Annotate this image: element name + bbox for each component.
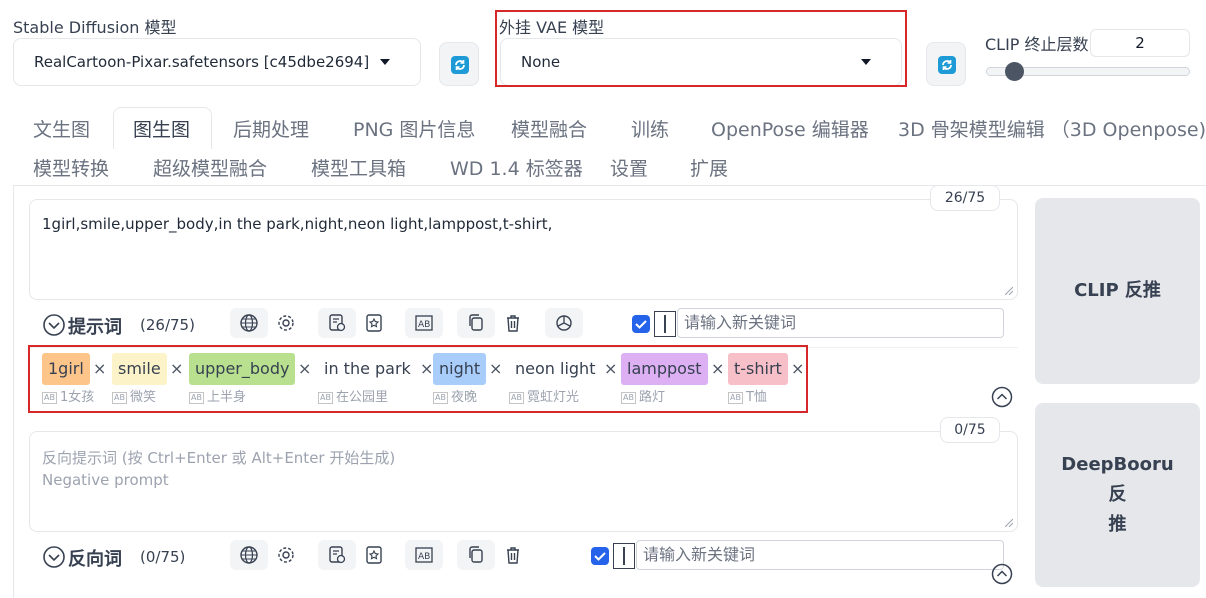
model-value: RealCartoon-Pixar.safetensors [c45dbe269…	[34, 53, 370, 71]
model-dropdown[interactable]: RealCartoon-Pixar.safetensors [c45dbe269…	[13, 38, 421, 86]
tab-model-toolkit[interactable]: 模型工具箱	[311, 154, 406, 181]
favorites-button[interactable]	[355, 308, 393, 338]
negative-section-count: (0/75)	[140, 548, 186, 566]
bookmark-star-icon	[366, 314, 382, 332]
settings-button[interactable]	[267, 540, 305, 570]
trash-icon	[507, 547, 519, 564]
negative-placeholder-line1: 反向提示词 (按 Ctrl+Enter 或 Alt+Enter 开始生成)	[42, 449, 396, 467]
translate-button[interactable]	[230, 308, 268, 338]
history-list-icon	[329, 314, 346, 332]
refresh-vae-button[interactable]	[926, 42, 966, 86]
negative-section-label: 反向词	[68, 549, 122, 570]
text-cursor-icon	[613, 543, 635, 569]
bookmark-star-icon	[366, 546, 382, 564]
history-button[interactable]	[318, 308, 356, 338]
tab-openpose-editor[interactable]: OpenPose 编辑器	[711, 115, 869, 142]
tab-3d-openpose[interactable]: 3D 骨架模型编辑 （3D Openpose)	[898, 115, 1206, 142]
show-translation-button[interactable]: AB	[405, 308, 443, 338]
tab-settings[interactable]: 设置	[610, 154, 648, 181]
tab-train[interactable]: 训练	[631, 115, 669, 142]
check-icon	[635, 320, 647, 329]
prompt-section-label: 提示词	[68, 317, 122, 338]
settings-button[interactable]	[267, 308, 305, 338]
clip-interrogate-label: CLIP 反推	[1074, 280, 1161, 301]
collapse-chevron-icon[interactable]	[42, 545, 66, 569]
collapse-up-icon[interactable]	[991, 563, 1013, 585]
copy-button[interactable]	[457, 540, 495, 570]
translate-button[interactable]	[230, 540, 268, 570]
clear-button[interactable]	[494, 540, 532, 570]
show-translation-button[interactable]: AB	[405, 540, 443, 570]
deepbooru-label-line1: DeepBooru 反	[1061, 454, 1174, 505]
trash-icon	[507, 315, 519, 332]
collapse-chevron-icon[interactable]	[42, 313, 66, 337]
ab-translate-icon: AB	[415, 547, 433, 563]
globe-icon	[240, 546, 258, 564]
tab-wd14-tagger[interactable]: WD 1.4 标签器	[450, 154, 583, 181]
prompt-text: 1girl,smile,upper_body,in the park,night…	[42, 215, 553, 233]
history-list-icon	[329, 546, 346, 564]
gear-icon	[278, 547, 294, 563]
clip-number-input[interactable]: 2	[1090, 29, 1190, 57]
clip-interrogate-button[interactable]: CLIP 反推	[1035, 198, 1200, 384]
tab-model-converter[interactable]: 模型转换	[33, 154, 109, 181]
chevron-down-icon	[380, 59, 390, 65]
keyword-checkbox[interactable]	[632, 315, 650, 333]
resize-grip-icon[interactable]	[1005, 287, 1013, 295]
prompt-token-counter: 26/75	[930, 185, 1000, 211]
prompt-textarea[interactable]: 1girl,smile,upper_body,in the park,night…	[29, 199, 1018, 300]
negative-token-counter: 0/75	[940, 417, 1000, 443]
refresh-model-button[interactable]	[439, 42, 479, 86]
negative-prompt-textarea[interactable]: 反向提示词 (按 Ctrl+Enter 或 Alt+Enter 开始生成) Ne…	[29, 431, 1018, 532]
keyword-checkbox[interactable]	[591, 547, 609, 565]
openai-icon	[556, 315, 572, 331]
copy-button[interactable]	[457, 308, 495, 338]
tab-extensions[interactable]: 扩展	[690, 154, 728, 181]
globe-icon	[240, 314, 258, 332]
svg-text:AB: AB	[418, 552, 430, 562]
clip-label: CLIP 终止层数	[985, 35, 1089, 54]
tab-extras[interactable]: 后期处理	[233, 115, 309, 142]
favorites-button[interactable]	[355, 540, 393, 570]
check-icon	[594, 552, 606, 561]
text-cursor-icon	[654, 311, 676, 337]
clear-button[interactable]	[494, 308, 532, 338]
refresh-icon	[938, 56, 956, 74]
vae-highlight-box	[495, 10, 907, 87]
negative-placeholder-line2: Negative prompt	[42, 471, 169, 489]
tab-img2img[interactable]: 图生图	[133, 115, 190, 142]
tab-super-merger[interactable]: 超级模型融合	[153, 154, 267, 181]
history-button[interactable]	[318, 540, 356, 570]
copy-icon	[469, 546, 483, 563]
collapse-up-icon[interactable]	[991, 386, 1013, 408]
prompt-keyword-input[interactable]: 请输入新关键词	[677, 308, 1004, 338]
gear-icon	[278, 315, 294, 331]
chatgpt-button[interactable]	[545, 308, 583, 338]
resize-grip-icon[interactable]	[1005, 519, 1013, 527]
tags-highlight-box	[28, 345, 808, 413]
tab-png-info[interactable]: PNG 图片信息	[353, 115, 475, 142]
tab-checkpoint-merger[interactable]: 模型融合	[511, 115, 587, 142]
model-label: Stable Diffusion 模型	[13, 18, 177, 37]
copy-icon	[469, 314, 483, 331]
negative-keyword-input[interactable]: 请输入新关键词	[636, 540, 1004, 570]
ab-translate-icon: AB	[415, 315, 433, 331]
prompt-section-count: (26/75)	[140, 316, 195, 334]
tab-txt2img[interactable]: 文生图	[33, 115, 90, 142]
clip-slider-thumb[interactable]	[1004, 62, 1024, 81]
deepbooru-label-line2: 推	[1108, 514, 1127, 535]
refresh-icon	[451, 56, 469, 74]
deepbooru-interrogate-button[interactable]: DeepBooru 反 推	[1035, 403, 1200, 587]
svg-text:AB: AB	[418, 320, 430, 330]
